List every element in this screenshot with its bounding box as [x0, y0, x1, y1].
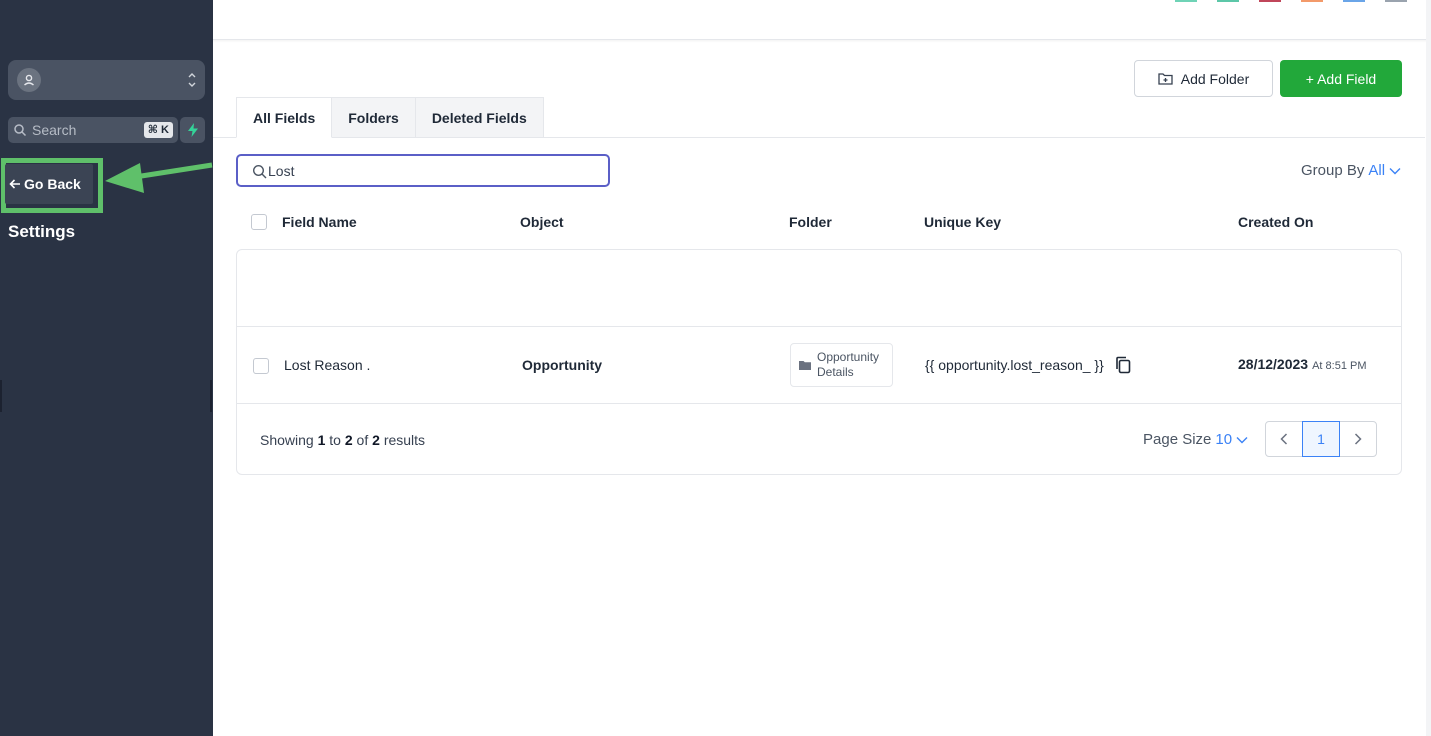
app-icon-3[interactable] [1259, 0, 1281, 2]
group-by-dropdown[interactable]: Group By All [1301, 162, 1401, 179]
go-back-button[interactable]: Go Back [5, 164, 93, 204]
sidebar-search-placeholder: Search [32, 122, 77, 138]
folder-chip[interactable]: Opportunity Details [790, 343, 893, 387]
showing-to-word: to [329, 432, 341, 448]
showing-total: 2 [372, 432, 380, 448]
sidebar-resize-handle[interactable] [210, 380, 212, 412]
group-by-label: Group By [1301, 162, 1365, 179]
chevron-right-icon [1354, 433, 1362, 445]
fields-table: Lost Reason . Opportunity Opportunity De… [236, 249, 1402, 475]
sidebar: Search ⌘ K Go Back Settings [0, 0, 213, 736]
chevron-updown-icon [188, 73, 196, 87]
page-size-label: Page Size [1143, 431, 1212, 448]
app-icon-1[interactable] [1175, 0, 1197, 2]
created-on-cell: 28/12/2023 At 8:51 PM [1238, 356, 1367, 372]
results-summary: Showing 1 to 2 of 2 results [260, 432, 425, 448]
group-by-value: All [1368, 162, 1386, 179]
unique-key-cell: {{ opportunity.lost_reason_ }} [925, 357, 1104, 373]
prev-page-button[interactable] [1265, 421, 1303, 457]
search-icon [14, 124, 27, 137]
select-all-checkbox[interactable] [251, 214, 267, 230]
annotation-arrow-icon [105, 162, 213, 193]
showing-results-word: results [383, 432, 426, 448]
tab-all-fields[interactable]: All Fields [236, 97, 333, 138]
tab-bar: All Fields Folders Deleted Fields [236, 97, 544, 138]
field-search-input[interactable] [268, 161, 588, 181]
search-icon [252, 164, 267, 179]
page-size-dropdown[interactable]: Page Size 10 [1143, 431, 1248, 448]
chevron-down-icon [1236, 436, 1248, 443]
add-field-label: + Add Field [1305, 70, 1377, 87]
table-row-empty [237, 250, 1401, 327]
copy-icon[interactable] [1115, 356, 1131, 374]
add-field-button[interactable]: + Add Field [1280, 60, 1402, 97]
created-time: At 8:51 PM [1312, 360, 1367, 372]
add-folder-button[interactable]: Add Folder [1134, 60, 1273, 97]
top-bar [213, 0, 1431, 40]
next-page-button[interactable] [1339, 421, 1377, 457]
chevron-down-icon [1389, 167, 1401, 174]
tab-folders[interactable]: Folders [332, 97, 416, 138]
showing-to: 2 [344, 432, 353, 448]
showing-from: 1 [317, 432, 326, 448]
page-scrollbar[interactable] [1426, 0, 1431, 736]
go-back-label: Go Back [24, 176, 81, 192]
page-size-value: 10 [1215, 431, 1233, 448]
add-folder-label: Add Folder [1180, 70, 1250, 87]
app-icon-6[interactable] [1385, 0, 1407, 2]
app-icon-4[interactable] [1301, 0, 1323, 2]
account-switcher[interactable] [8, 60, 205, 100]
settings-title: Settings [8, 222, 76, 241]
created-date: 28/12/2023 [1238, 356, 1309, 372]
sidebar-edge-handle [0, 380, 2, 412]
folder-chip-label: Opportunity Details [817, 350, 880, 379]
column-header-created-on[interactable]: Created On [1238, 214, 1313, 230]
column-header-object[interactable]: Object [520, 214, 564, 230]
location-icon [17, 68, 41, 92]
showing-prefix: Showing [260, 432, 314, 448]
chevron-left-icon [1280, 433, 1288, 445]
table-header: Field Name Object Folder Unique Key Crea… [236, 210, 1402, 234]
object-cell: Opportunity [522, 357, 603, 373]
top-bar-icons [1175, 0, 1407, 2]
field-name-cell[interactable]: Lost Reason . [284, 357, 370, 373]
arrow-left-icon [9, 179, 20, 189]
search-shortcut-badge: ⌘ K [143, 122, 173, 138]
column-header-field-name[interactable]: Field Name [282, 214, 357, 230]
app-icon-2[interactable] [1217, 0, 1239, 2]
folder-icon [799, 361, 811, 370]
quick-actions-button[interactable] [180, 117, 205, 143]
showing-of-word: of [356, 432, 369, 448]
pagination: 1 [1265, 421, 1377, 457]
column-header-folder[interactable]: Folder [789, 214, 832, 230]
column-header-unique-key[interactable]: Unique Key [924, 214, 1001, 230]
folder-plus-icon [1158, 73, 1173, 85]
bolt-icon [187, 123, 198, 137]
field-search[interactable] [236, 154, 610, 187]
table-row[interactable]: Lost Reason . Opportunity Opportunity De… [237, 327, 1401, 404]
table-footer: Showing 1 to 2 of 2 results Page Size 10… [237, 404, 1401, 476]
sidebar-search[interactable]: Search ⌘ K [8, 117, 178, 143]
app-icon-5[interactable] [1343, 0, 1365, 2]
tab-deleted-fields[interactable]: Deleted Fields [415, 97, 544, 138]
row-checkbox[interactable] [253, 358, 269, 374]
page-button-current[interactable]: 1 [1302, 421, 1340, 457]
